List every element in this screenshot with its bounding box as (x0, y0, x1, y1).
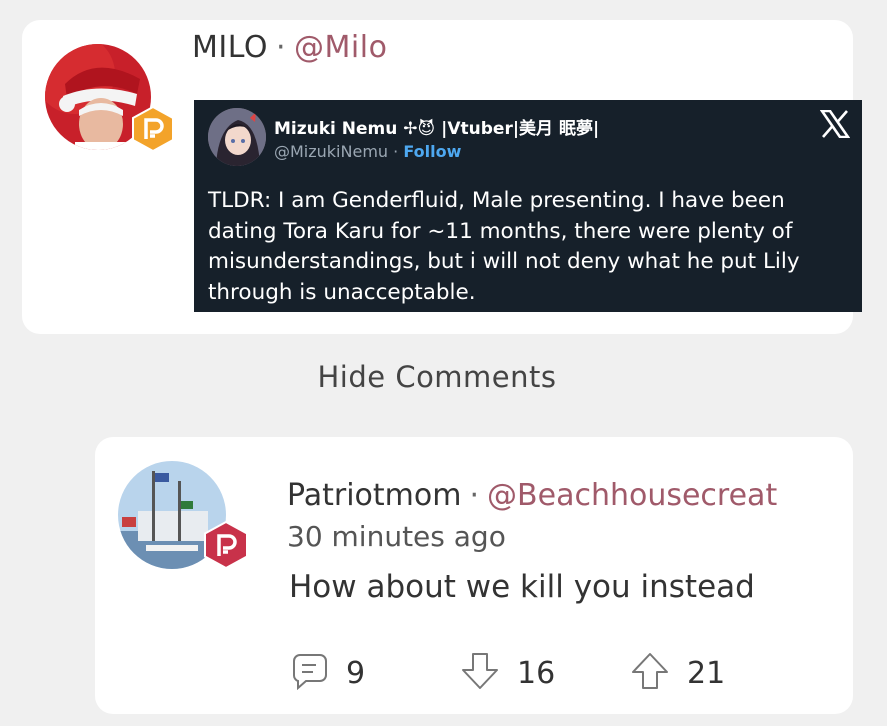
follow-button[interactable]: Follow (403, 142, 461, 161)
tweet-author-handle[interactable]: @MizukiNemu (274, 142, 388, 161)
reply-count: 9 (346, 655, 366, 691)
downvote-action[interactable]: 16 (461, 652, 555, 694)
tweet-handle-line: @MizukiNemu · Follow (274, 142, 461, 161)
post-author-name[interactable]: MILO (192, 30, 268, 65)
downvote-icon[interactable] (461, 652, 499, 694)
hide-comments-button[interactable]: Hide Comments (0, 360, 874, 394)
upvote-action[interactable]: 21 (631, 652, 725, 694)
embedded-tweet[interactable]: Mizuki Nemu ✢😈 |Vtuber|美月 眠夢| @MizukiNem… (194, 100, 862, 312)
comment-author-name[interactable]: Patriotmom (287, 478, 461, 513)
tweet-author-avatar[interactable] (208, 108, 266, 166)
upvote-count: 21 (687, 655, 726, 691)
upvote-icon[interactable] (631, 652, 669, 694)
parler-badge-icon (131, 105, 175, 153)
reply-icon[interactable] (292, 652, 328, 694)
reply-action[interactable]: 9 (292, 652, 365, 694)
tweet-author-name[interactable]: Mizuki Nemu ✢😈 |Vtuber|美月 眠夢| (274, 114, 599, 139)
downvote-count: 16 (517, 655, 556, 691)
comment-body: How about we kill you instead (289, 569, 755, 605)
post-author-line: MILO · @Milo (192, 30, 387, 65)
tweet-text: TLDR: I am Genderfluid, Male presenting.… (208, 188, 800, 305)
parler-badge-icon (203, 520, 249, 570)
comment-author-line: Patriotmom · @Beachhousecreat (287, 478, 777, 513)
comment-timestamp: 30 minutes ago (287, 520, 506, 553)
x-logo-icon[interactable] (819, 109, 851, 142)
post-author-handle[interactable]: @Milo (294, 30, 387, 65)
separator: · (276, 30, 287, 65)
separator: · (469, 478, 480, 513)
comment-author-handle[interactable]: @Beachhousecreat (487, 478, 777, 513)
separator: · (393, 142, 399, 161)
